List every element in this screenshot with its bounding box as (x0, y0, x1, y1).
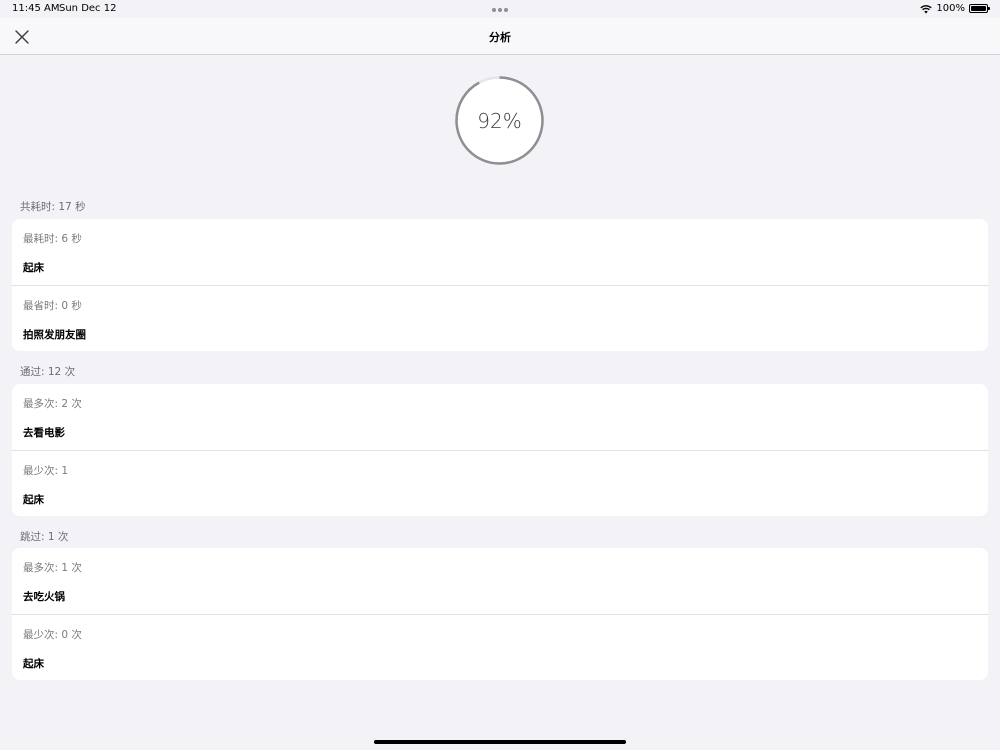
navigation-bar: 分析 (0, 18, 1000, 55)
list-item[interactable]: 最少次: 0 次 起床 (12, 614, 988, 680)
list-item[interactable]: 最多次: 2 次 去看电影 (12, 384, 988, 450)
completion-ring: 92% (454, 75, 545, 166)
row-subtitle: 最少次: 1 (23, 465, 69, 477)
list-item[interactable]: 最省时: 0 秒 拍照发朋友圈 (12, 285, 988, 351)
row-subtitle: 最少次: 0 次 (23, 629, 82, 641)
card-passed: 最多次: 2 次 去看电影 最少次: 1 起床 (12, 384, 988, 516)
section-header-total-time: 共耗时: 17 秒 (20, 201, 86, 213)
row-title: 起床 (23, 494, 44, 506)
row-title: 起床 (23, 658, 44, 670)
list-item[interactable]: 最多次: 1 次 去吃火锅 (12, 548, 988, 614)
row-subtitle: 最多次: 2 次 (23, 398, 82, 410)
multitasking-dots-icon[interactable] (492, 8, 508, 12)
battery-icon (969, 4, 990, 13)
completion-percent: 92% (477, 108, 522, 133)
card-skipped: 最多次: 1 次 去吃火锅 最少次: 0 次 起床 (12, 548, 988, 680)
status-date: Sun Dec 12 (59, 3, 117, 14)
status-time: 11:45 AM (12, 3, 60, 14)
status-right: 100% (920, 3, 990, 14)
section-header-skipped: 跳过: 1 次 (20, 531, 69, 543)
list-item[interactable]: 最少次: 1 起床 (12, 450, 988, 516)
page-title: 分析 (489, 31, 511, 44)
row-title: 去看电影 (23, 427, 65, 439)
card-time: 最耗时: 6 秒 起床 最省时: 0 秒 拍照发朋友圈 (12, 219, 988, 351)
analysis-page: 11:45 AM Sun Dec 12 100% 分析 92% 共耗时: 17 … (0, 0, 1000, 750)
section-header-passed: 通过: 12 次 (20, 366, 76, 378)
battery-percent: 100% (936, 3, 965, 14)
row-title: 去吃火锅 (23, 591, 65, 603)
row-subtitle: 最省时: 0 秒 (23, 300, 82, 312)
status-bar: 11:45 AM Sun Dec 12 100% (0, 0, 1000, 18)
row-subtitle: 最耗时: 6 秒 (23, 233, 82, 245)
wifi-icon (920, 4, 933, 13)
row-title: 起床 (23, 262, 44, 274)
row-title: 拍照发朋友圈 (23, 329, 86, 341)
row-subtitle: 最多次: 1 次 (23, 562, 82, 574)
list-item[interactable]: 最耗时: 6 秒 起床 (12, 219, 988, 285)
home-indicator[interactable] (374, 740, 626, 744)
